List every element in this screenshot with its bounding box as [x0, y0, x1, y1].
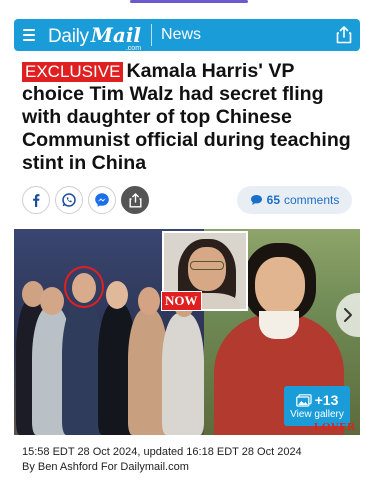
facebook-icon[interactable] — [22, 186, 50, 214]
hamburger-icon[interactable] — [14, 19, 44, 51]
whatsapp-icon[interactable] — [55, 186, 83, 214]
cover-caption-fragment: LOVER THEN — [314, 421, 356, 435]
social-share-bar — [22, 186, 149, 214]
share-icon[interactable] — [328, 19, 360, 51]
masthead: Daily Mail .com News — [14, 19, 360, 52]
article-headline: EXCLUSIVE Kamala Harris' VP choice Tim Wa… — [22, 60, 360, 175]
messenger-icon[interactable] — [88, 186, 116, 214]
brand-dotcom: .com — [125, 44, 142, 52]
section-name[interactable]: News — [161, 26, 201, 44]
speech-bubble-icon — [250, 195, 262, 205]
gallery-label: View gallery — [290, 409, 344, 420]
gallery-count: +13 — [314, 392, 339, 408]
article-timestamp: 15:58 EDT 28 Oct 2024, updated 16:18 EDT… — [22, 446, 302, 458]
article-author[interactable]: By Ben Ashford For Dailymail.com — [22, 460, 302, 475]
comments-label: comments — [284, 193, 340, 207]
now-badge: NOW — [161, 291, 202, 311]
comments-count: 65 — [266, 193, 280, 207]
exclusive-badge: EXCLUSIVE — [22, 62, 124, 82]
photos-icon — [295, 393, 312, 407]
article-hero-image[interactable]: NOW +13 View gallery LOVER THEN — [14, 229, 360, 435]
scroll-indicator — [130, 0, 248, 3]
masthead-divider — [151, 24, 153, 46]
view-gallery-button[interactable]: +13 View gallery — [284, 386, 350, 426]
top-progress-strip — [0, 0, 373, 8]
share-icon[interactable] — [121, 186, 149, 214]
brand-logo[interactable]: Daily Mail .com — [48, 22, 142, 52]
article-byline: 15:58 EDT 28 Oct 2024, updated 16:18 EDT… — [22, 445, 302, 475]
highlight-circle — [64, 266, 104, 308]
brand-mail: Mail — [90, 22, 142, 47]
comments-button[interactable]: 65 comments — [237, 186, 352, 214]
brand-daily: Daily — [48, 25, 89, 47]
